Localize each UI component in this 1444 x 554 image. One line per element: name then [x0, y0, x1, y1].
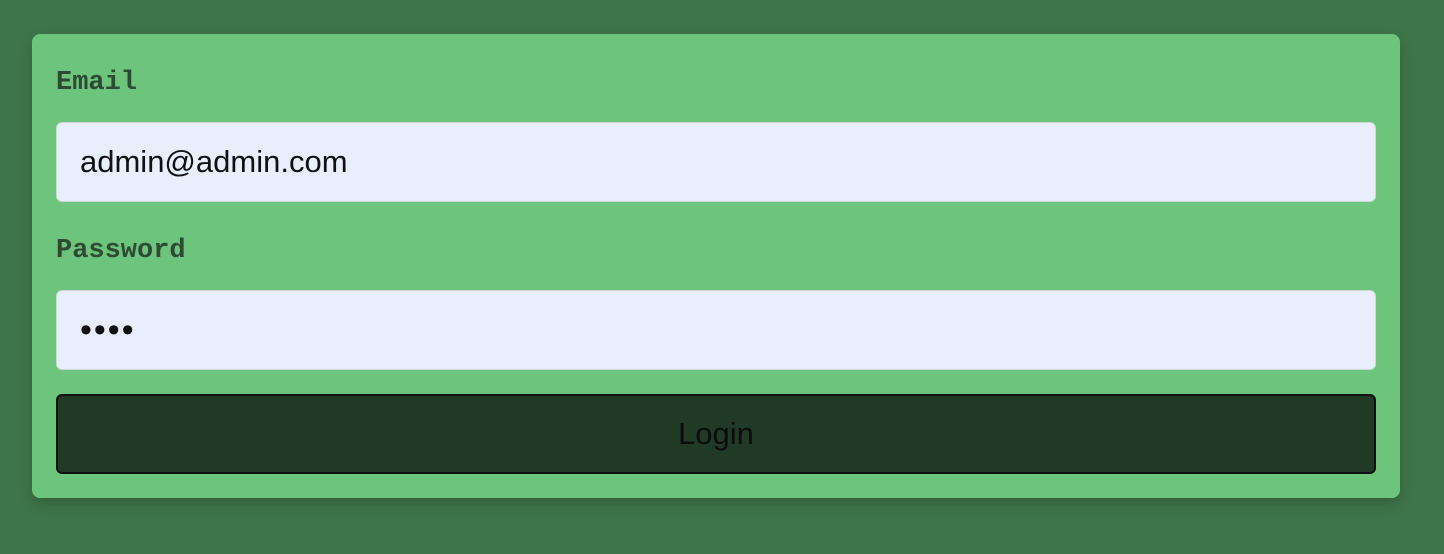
- login-button[interactable]: Login: [56, 394, 1376, 474]
- password-field[interactable]: [56, 290, 1376, 370]
- email-field[interactable]: [56, 122, 1376, 202]
- password-label: Password: [56, 236, 186, 266]
- email-label: Email: [56, 68, 138, 98]
- login-card: Email Password Login: [32, 34, 1400, 498]
